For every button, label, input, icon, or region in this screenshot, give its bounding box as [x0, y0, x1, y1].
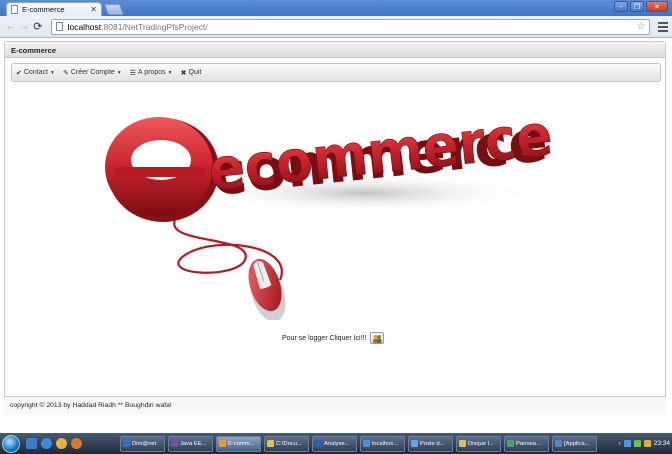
minimize-button[interactable]: – — [614, 1, 628, 12]
system-tray: ‹ 23:34 — [619, 440, 670, 447]
app-icon — [363, 440, 370, 447]
close-tab-icon[interactable]: ✕ — [90, 5, 97, 14]
app-icon — [507, 440, 514, 447]
taskbar-item-label: Pannea... — [516, 440, 541, 447]
ie-icon[interactable] — [41, 438, 52, 449]
start-button[interactable] — [2, 434, 20, 453]
users-icon — [373, 334, 382, 343]
taskbar-item[interactable]: localhos... — [360, 435, 405, 452]
taskbar-item-label: Analyse... — [324, 440, 350, 447]
ecommerce-hero-image: commerce ecommerce — [105, 100, 556, 320]
clock[interactable]: 23:34 — [654, 440, 670, 447]
nav-contact[interactable]: ✔ Contact ▼ — [16, 69, 55, 77]
bookmark-star-icon[interactable]: ☆ — [636, 21, 645, 32]
app-icon — [267, 440, 274, 447]
page-icon — [11, 5, 18, 14]
network-icon[interactable] — [623, 440, 631, 447]
taskbar-item-label: localhos... — [372, 440, 399, 447]
firefox-icon[interactable] — [71, 438, 82, 449]
browser-toolbar: ← → ⟳ localhost:8081/NetTradingPfsProjec… — [0, 16, 672, 38]
taskbar-item-label: E-comm... — [228, 440, 255, 447]
update-icon[interactable] — [643, 440, 651, 447]
nav-contact-label: Contact — [23, 69, 48, 76]
taskbar-item-label: Disque l... — [468, 440, 494, 447]
panel-title: E-commerce — [5, 42, 665, 58]
taskbar-item-label: Java EE... — [180, 440, 207, 447]
taskbar-item[interactable]: Disque l... — [456, 435, 501, 452]
app-icon — [171, 440, 178, 447]
address-bar[interactable]: localhost:8081/NetTradingPfsProject/ ☆ — [50, 18, 651, 35]
taskbar-item[interactable]: Java EE... — [168, 435, 213, 452]
taskbar-item-label: Poste d... — [420, 440, 445, 447]
tray-arrow-icon[interactable]: ‹ — [619, 440, 621, 447]
chrome-icon[interactable] — [56, 438, 67, 449]
volume-icon[interactable] — [633, 440, 641, 447]
page-icon — [55, 22, 63, 31]
back-arrow-icon[interactable]: ← — [4, 20, 18, 34]
footer: copyright © 2013 by Haddad Riadh ** Boug… — [4, 396, 666, 414]
login-button[interactable] — [370, 332, 385, 344]
app-icon — [315, 440, 322, 447]
login-prompt: Pour se logger Cliquer Ici!!! — [282, 332, 385, 344]
taskbar-item[interactable]: Dim@net — [120, 435, 165, 452]
app-icon — [123, 440, 130, 447]
app-icon — [555, 440, 562, 447]
url-path: :8081/NetTradingPfsProject/ — [101, 21, 208, 32]
taskbar-item-label: Dim@net — [132, 440, 157, 447]
tab-title: E-commerce — [22, 5, 65, 14]
browser-titlebar: E-commerce ✕ – ❐ ✕ — [0, 0, 672, 16]
taskbar-item-label: [Applica... — [564, 440, 590, 447]
caret-down-icon: ▼ — [50, 69, 55, 76]
taskbar-item[interactable]: Analyse... — [312, 435, 357, 452]
forward-arrow-icon[interactable]: → — [18, 20, 32, 34]
login-text: Pour se logger Cliquer Ici!!! — [282, 334, 367, 342]
window-controls: – ❐ ✕ — [614, 1, 668, 12]
close-window-button[interactable]: ✕ — [646, 1, 668, 12]
url-host: localhost — [67, 21, 102, 32]
app-icon — [411, 440, 418, 447]
os-taskbar: Dim@net Java EE... E-comm... C:\Docu... Anal… — [0, 433, 672, 454]
taskbar-item[interactable]: [Applica... — [552, 435, 597, 452]
check-icon: ✔ — [16, 69, 22, 77]
taskbar-item[interactable]: E-comm... — [216, 435, 261, 452]
taskbar-item[interactable]: Pannea... — [504, 435, 549, 452]
menu-icon[interactable] — [658, 21, 668, 32]
reload-icon[interactable]: ⟳ — [31, 20, 45, 34]
browser-tab[interactable]: E-commerce ✕ — [6, 2, 102, 16]
maximize-button[interactable]: ❐ — [630, 1, 644, 12]
taskbar-item-label: C:\Docu... — [276, 440, 302, 447]
pencil-icon: ✎ — [62, 69, 69, 77]
taskbar-item[interactable]: C:\Docu... — [264, 435, 309, 452]
show-desktop-icon[interactable] — [26, 438, 37, 449]
app-icon — [219, 440, 226, 447]
new-tab-button[interactable] — [103, 4, 125, 15]
taskbar-item[interactable]: Poste d... — [408, 435, 453, 452]
app-icon — [459, 440, 466, 447]
